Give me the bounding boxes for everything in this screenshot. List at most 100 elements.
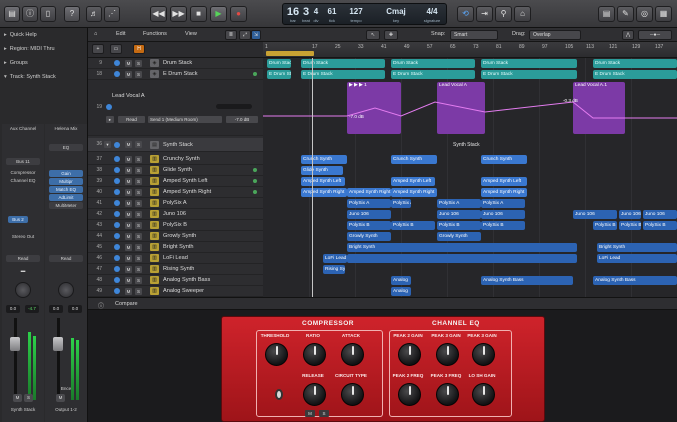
power-icon[interactable] (114, 255, 120, 261)
region-rising[interactable]: Rising Synth (323, 265, 345, 274)
region-crunchy[interactable]: Crunch Synth (481, 155, 527, 164)
peak3-freq-knob[interactable] (436, 383, 459, 406)
track-header-lofi[interactable]: 46 M S ▥ LoFi Lead (88, 253, 263, 264)
region-amped-right[interactable]: Amped Synth Right (481, 188, 527, 197)
solo-button[interactable]: S (135, 200, 142, 207)
mute-button[interactable]: M (125, 178, 132, 185)
power-icon[interactable] (114, 189, 120, 195)
region-e-drum-stack[interactable]: E Drum Stack (481, 70, 577, 79)
eq-slot[interactable]: EQ (49, 144, 83, 151)
power-icon[interactable] (106, 104, 112, 110)
mute-button[interactable]: M (125, 60, 132, 67)
power-icon[interactable] (114, 200, 120, 206)
region-juno[interactable]: Juno 106 (643, 210, 677, 219)
toolbar-toggle-button[interactable]: ▯ (40, 6, 56, 22)
tuner-icon[interactable]: ⚲ (495, 6, 512, 22)
edit-menu[interactable]: Edit (116, 31, 125, 37)
mute-button[interactable]: M (125, 255, 132, 262)
strip-setting[interactable]: Aux Channel (2, 126, 44, 131)
pan-knob[interactable] (15, 282, 31, 298)
lcd-display[interactable]: 16 bar 3 beat 4 div 61 tick 127 tempo Cmaj key… (282, 3, 447, 25)
power-icon[interactable] (114, 233, 120, 239)
automation-parameter[interactable]: Send 1 (Medium Room) (148, 116, 222, 123)
notepad-icon[interactable]: ✎ (617, 6, 634, 22)
power-icon[interactable] (114, 266, 120, 272)
solo-button[interactable]: S (135, 244, 142, 251)
volume-fader[interactable] (10, 337, 20, 351)
circuit-type-knob[interactable] (341, 383, 364, 406)
region-drum-stack[interactable]: Drum Stack (481, 59, 577, 68)
region-bright[interactable]: Bright Synth (347, 243, 577, 252)
mute-button[interactable]: M (125, 189, 132, 196)
threshold-knob[interactable] (265, 343, 288, 366)
drag-select[interactable]: Overlap (529, 30, 581, 40)
region-amped-left[interactable]: Amped Synth Left (391, 177, 435, 186)
track-header-analog-bass[interactable]: 48 M S ▥ Analog Synth Bass (88, 275, 263, 286)
inspector-region[interactable]: ▸ Region: MIDI Thru (0, 44, 88, 55)
region-juno[interactable]: Juno 106 (437, 210, 481, 219)
track-header-polysix-b[interactable]: 43 M S ▥ PolySix B (88, 220, 263, 231)
track-header-glide-synth[interactable]: 38 M S ▥ Glide Synth (88, 165, 263, 176)
region-polysix-a[interactable]: PolySix A (481, 199, 525, 208)
mute-button[interactable]: M (125, 288, 132, 295)
inspector-button[interactable]: ⓘ (22, 6, 38, 22)
region-amped-right[interactable]: Amped Synth Right (391, 188, 437, 197)
power-icon[interactable] (114, 60, 120, 66)
region-amped-left[interactable]: Amped Synth Left (481, 177, 527, 186)
global-tracks-icon[interactable]: ▭ (110, 44, 122, 54)
solo-button[interactable]: S (135, 266, 142, 273)
solo-button[interactable]: S (135, 233, 142, 240)
tool-grid-icon[interactable]: ≣ (225, 30, 237, 40)
region-analog[interactable]: Analog (391, 276, 411, 285)
region-crunchy[interactable]: Crunch Synth (391, 155, 437, 164)
region-polysix-b[interactable]: PolySix B (593, 221, 617, 230)
catch-icon[interactable]: ⇲ (251, 30, 261, 40)
region-lofi[interactable]: LoFi Lead (597, 254, 677, 263)
solo-button[interactable]: S (319, 410, 329, 417)
track-header-amped-left[interactable]: 39 M S ▥ Amped Synth Left (88, 176, 263, 187)
release-knob[interactable] (303, 383, 326, 406)
track-header-lead-vocal[interactable]: Lead Vocal A 19 ▸ Read Send 1 (Medium Ro… (88, 80, 263, 136)
plugin-slot[interactable]: MultiMeter (49, 202, 83, 209)
record-button[interactable]: ● (230, 6, 247, 22)
region-drum-stack[interactable]: Drum Stack (301, 59, 385, 68)
zoom-slider[interactable]: ─●─ (638, 30, 672, 40)
inspector-quick-help[interactable]: ▸ Quick Help (0, 30, 88, 41)
region-growly[interactable]: Growly Synth (437, 232, 481, 241)
track-header-rising[interactable]: 47 M S ▥ Rising Synth (88, 264, 263, 275)
info-icon[interactable]: ⓘ (98, 301, 104, 310)
power-icon[interactable] (114, 211, 120, 217)
mute-button[interactable]: M (125, 200, 132, 207)
region-e-drum-stack[interactable]: E Drum Stack (391, 70, 475, 79)
cycle-icon[interactable]: ⟲ (457, 6, 474, 22)
region-analog-bass[interactable]: Analog Synth Bass (593, 276, 677, 285)
peak3-gain-knob[interactable] (436, 343, 459, 366)
region-analog-bass[interactable]: Analog Synth Bass (481, 276, 573, 285)
automation-mode[interactable]: Read (49, 255, 83, 262)
mute-button[interactable]: M (56, 394, 65, 402)
cycle-region[interactable] (266, 51, 314, 56)
browser-icon[interactable]: ▦ (655, 6, 672, 22)
power-icon[interactable] (114, 142, 120, 148)
playhead[interactable] (312, 58, 313, 297)
region-juno[interactable]: Juno 106 (573, 210, 617, 219)
stop-button[interactable]: ■ (190, 6, 207, 22)
metronome-icon[interactable]: ⌂ (514, 6, 531, 22)
region-juno[interactable]: Juno 106 (481, 210, 525, 219)
mute-button[interactable]: M (13, 394, 22, 402)
replace-icon[interactable]: ⇥ (476, 6, 493, 22)
power-icon[interactable] (114, 167, 120, 173)
bounce-button[interactable]: Bnce (45, 386, 87, 391)
volume-fader[interactable] (53, 337, 63, 351)
pointer-tool-icon[interactable]: ↖ (366, 30, 380, 40)
volume-slider[interactable] (216, 104, 252, 109)
solo-button[interactable]: S (135, 156, 142, 163)
mute-button[interactable]: M (125, 244, 132, 251)
loop-browser-icon[interactable]: ◎ (636, 6, 653, 22)
plugin-slot-compressor[interactable]: Compressor (2, 170, 44, 175)
solo-button[interactable]: S (135, 255, 142, 262)
region-polysix-a[interactable]: PolySix A (437, 199, 481, 208)
mute-button[interactable]: M (305, 410, 315, 417)
smart-tempo-button[interactable]: ♬ (86, 6, 102, 22)
power-icon[interactable] (114, 288, 120, 294)
